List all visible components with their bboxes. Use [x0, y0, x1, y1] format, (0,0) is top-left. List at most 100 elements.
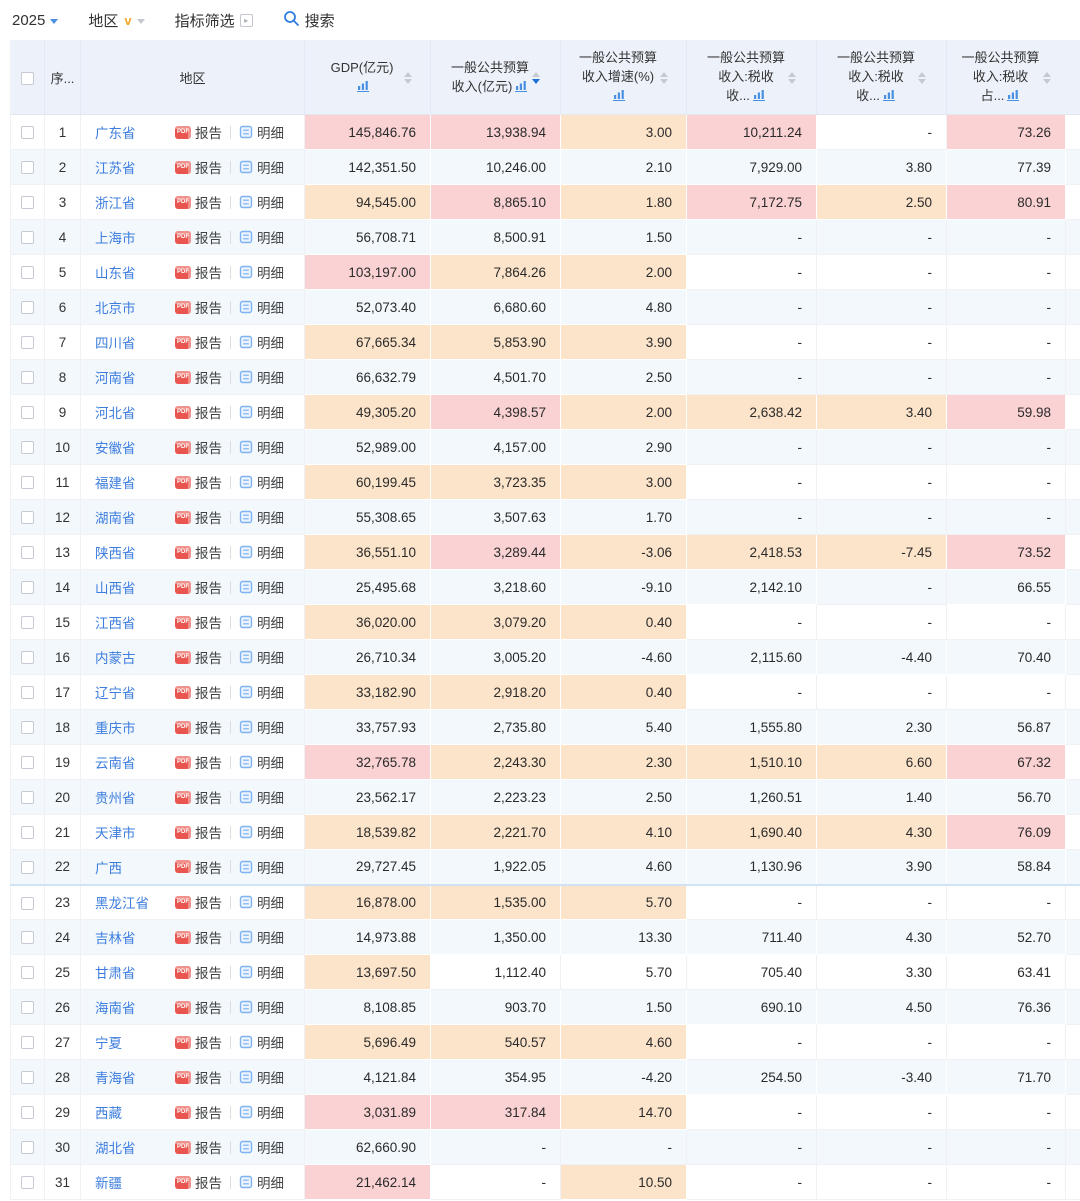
sort-control[interactable] [918, 72, 926, 84]
row-checkbox[interactable] [21, 791, 34, 804]
row-checkbox[interactable] [21, 686, 34, 699]
report-button[interactable]: PDF报告 [175, 577, 222, 597]
detail-button[interactable]: 明细 [239, 157, 284, 177]
report-button[interactable]: PDF报告 [175, 997, 222, 1017]
row-checkbox[interactable] [21, 1141, 34, 1154]
region-link[interactable]: 广东省 [95, 122, 175, 142]
report-button[interactable]: PDF报告 [175, 612, 222, 632]
row-checkbox[interactable] [21, 1001, 34, 1014]
detail-button[interactable]: 明细 [239, 682, 284, 702]
indicator-filter[interactable]: 指标筛选 ▸ [175, 10, 253, 31]
row-checkbox[interactable] [21, 546, 34, 559]
detail-button[interactable]: 明细 [239, 542, 284, 562]
region-link[interactable]: 湖南省 [95, 507, 175, 527]
report-button[interactable]: PDF报告 [175, 332, 222, 352]
row-checkbox[interactable] [21, 931, 34, 944]
detail-button[interactable]: 明细 [239, 822, 284, 842]
region-link[interactable]: 重庆市 [95, 717, 175, 737]
region-link[interactable]: 河北省 [95, 402, 175, 422]
report-button[interactable]: PDF报告 [175, 822, 222, 842]
detail-button[interactable]: 明细 [239, 717, 284, 737]
region-link[interactable]: 辽宁省 [95, 682, 175, 702]
sort-control[interactable] [660, 72, 668, 84]
report-button[interactable]: PDF报告 [175, 857, 222, 877]
detail-button[interactable]: 明细 [239, 647, 284, 667]
detail-button[interactable]: 明细 [239, 437, 284, 457]
report-button[interactable]: PDF报告 [175, 122, 222, 142]
report-button[interactable]: PDF报告 [175, 1172, 222, 1192]
report-button[interactable]: PDF报告 [175, 1067, 222, 1087]
column-header-growth[interactable]: 一般公共预算收入增速(%) [561, 41, 687, 115]
column-header-gdp[interactable]: GDP(亿元) [305, 41, 431, 115]
detail-button[interactable]: 明细 [239, 927, 284, 947]
report-button[interactable]: PDF报告 [175, 647, 222, 667]
row-checkbox[interactable] [21, 336, 34, 349]
sort-control[interactable] [1043, 72, 1051, 84]
column-header-revenue[interactable]: 一般公共预算收入(亿元) [431, 41, 561, 115]
report-button[interactable]: PDF报告 [175, 367, 222, 387]
row-checkbox[interactable] [21, 651, 34, 664]
detail-button[interactable]: 明细 [239, 192, 284, 212]
report-button[interactable]: PDF报告 [175, 507, 222, 527]
region-link[interactable]: 江苏省 [95, 157, 175, 177]
region-link[interactable]: 浙江省 [95, 192, 175, 212]
report-button[interactable]: PDF报告 [175, 962, 222, 982]
region-link[interactable]: 新疆 [95, 1172, 175, 1192]
row-checkbox[interactable] [21, 371, 34, 384]
detail-button[interactable]: 明细 [239, 262, 284, 282]
row-checkbox[interactable] [21, 616, 34, 629]
region-link[interactable]: 黑龙江省 [95, 892, 175, 912]
column-header-tax-share[interactable]: 一般公共预算收入:税收占... [947, 41, 1066, 115]
report-button[interactable]: PDF报告 [175, 402, 222, 422]
report-button[interactable]: PDF报告 [175, 927, 222, 947]
report-button[interactable]: PDF报告 [175, 472, 222, 492]
detail-button[interactable]: 明细 [239, 507, 284, 527]
detail-button[interactable]: 明细 [239, 297, 284, 317]
detail-button[interactable]: 明细 [239, 997, 284, 1017]
row-checkbox[interactable] [21, 476, 34, 489]
row-checkbox[interactable] [21, 1036, 34, 1049]
row-checkbox[interactable] [21, 756, 34, 769]
detail-button[interactable]: 明细 [239, 1172, 284, 1192]
region-link[interactable]: 青海省 [95, 1067, 175, 1087]
report-button[interactable]: PDF报告 [175, 1032, 222, 1052]
region-filter[interactable]: 地区 v [88, 10, 144, 31]
row-checkbox[interactable] [21, 266, 34, 279]
sort-control-active-desc[interactable] [532, 72, 540, 84]
report-button[interactable]: PDF报告 [175, 682, 222, 702]
detail-button[interactable]: 明细 [239, 1137, 284, 1157]
detail-button[interactable]: 明细 [239, 752, 284, 772]
region-link[interactable]: 海南省 [95, 997, 175, 1017]
report-button[interactable]: PDF报告 [175, 752, 222, 772]
column-header-tax-growth[interactable]: 一般公共预算收入:税收收... [817, 41, 947, 115]
region-link[interactable]: 湖北省 [95, 1137, 175, 1157]
bar-chart-icon[interactable] [753, 89, 766, 101]
report-button[interactable]: PDF报告 [175, 787, 222, 807]
sort-control[interactable] [788, 72, 796, 84]
region-link[interactable]: 上海市 [95, 227, 175, 247]
row-checkbox[interactable] [21, 966, 34, 979]
row-checkbox[interactable] [21, 161, 34, 174]
report-button[interactable]: PDF报告 [175, 297, 222, 317]
detail-button[interactable]: 明细 [239, 1032, 284, 1052]
region-link[interactable]: 北京市 [95, 297, 175, 317]
column-header-tax-revenue[interactable]: 一般公共预算收入:税收收... [687, 41, 817, 115]
row-checkbox[interactable] [21, 1106, 34, 1119]
row-checkbox[interactable] [21, 511, 34, 524]
region-link[interactable]: 山东省 [95, 262, 175, 282]
detail-button[interactable]: 明细 [239, 1067, 284, 1087]
row-checkbox[interactable] [21, 406, 34, 419]
report-button[interactable]: PDF报告 [175, 157, 222, 177]
detail-button[interactable]: 明细 [239, 962, 284, 982]
year-selector[interactable]: 2025 [12, 12, 58, 29]
report-button[interactable]: PDF报告 [175, 717, 222, 737]
select-all-checkbox[interactable] [21, 72, 34, 85]
region-link[interactable]: 云南省 [95, 752, 175, 772]
row-checkbox[interactable] [21, 1071, 34, 1084]
bar-chart-icon[interactable] [515, 80, 528, 92]
report-button[interactable]: PDF报告 [175, 542, 222, 562]
region-link[interactable]: 甘肃省 [95, 962, 175, 982]
row-checkbox[interactable] [21, 301, 34, 314]
detail-button[interactable]: 明细 [239, 892, 284, 912]
sort-control[interactable] [404, 72, 412, 84]
